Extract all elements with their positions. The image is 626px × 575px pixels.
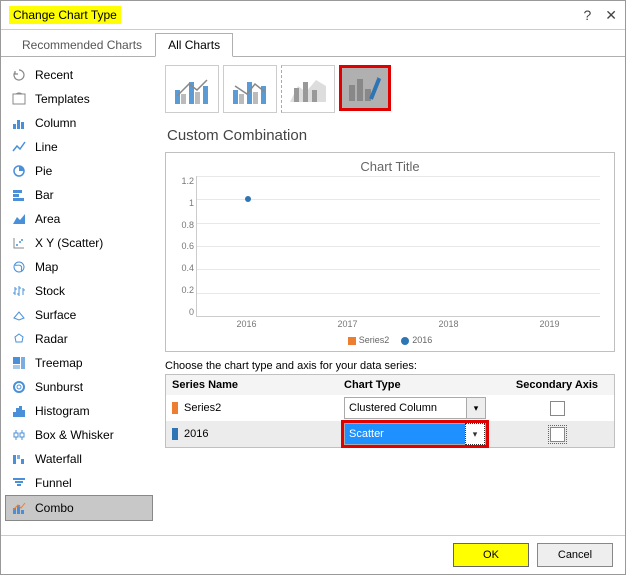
templates-icon bbox=[11, 91, 27, 107]
treemap-icon bbox=[11, 355, 27, 371]
sidebar-item-label: Radar bbox=[35, 332, 68, 346]
subtype-stacked-area-column[interactable] bbox=[281, 65, 335, 113]
sidebar-item-treemap[interactable]: Treemap bbox=[1, 351, 157, 375]
sidebar-item-label: Column bbox=[35, 116, 76, 130]
sidebar-item-stock[interactable]: Stock bbox=[1, 279, 157, 303]
chevron-down-icon: ▾ bbox=[465, 423, 485, 445]
cancel-button[interactable]: Cancel bbox=[537, 543, 613, 567]
sunburst-icon bbox=[11, 379, 27, 395]
sidebar-item-combo[interactable]: Combo bbox=[5, 495, 153, 521]
sidebar-item-bar[interactable]: Bar bbox=[1, 183, 157, 207]
sidebar-item-boxwhisker[interactable]: Box & Whisker bbox=[1, 423, 157, 447]
sidebar-item-label: Area bbox=[35, 212, 60, 226]
sidebar-item-line[interactable]: Line bbox=[1, 135, 157, 159]
sidebar-item-label: Map bbox=[35, 260, 58, 274]
sidebar-item-templates[interactable]: Templates bbox=[1, 87, 157, 111]
sidebar-item-label: Sunburst bbox=[35, 380, 83, 394]
sidebar-item-label: Templates bbox=[35, 92, 90, 106]
sidebar-item-label: Stock bbox=[35, 284, 65, 298]
series-name: 2016 bbox=[184, 428, 208, 440]
surface-icon bbox=[11, 307, 27, 323]
sidebar-item-label: X Y (Scatter) bbox=[35, 236, 103, 250]
header-series-name: Series Name bbox=[166, 375, 338, 395]
sidebar-item-radar[interactable]: Radar bbox=[1, 327, 157, 351]
histogram-icon bbox=[11, 403, 27, 419]
scatter-icon bbox=[11, 235, 27, 251]
sidebar-item-waterfall[interactable]: Waterfall bbox=[1, 447, 157, 471]
sidebar-item-label: Box & Whisker bbox=[35, 428, 114, 442]
subtype-custom-combination[interactable] bbox=[339, 65, 391, 111]
series-row: Series2 Clustered Column▾ bbox=[166, 395, 614, 421]
tab-recommended[interactable]: Recommended Charts bbox=[9, 33, 155, 57]
sidebar-item-label: Bar bbox=[35, 188, 54, 202]
window-title: Change Chart Type bbox=[9, 6, 121, 24]
ok-button[interactable]: OK bbox=[453, 543, 529, 567]
box-whisker-icon bbox=[11, 427, 27, 443]
map-icon bbox=[11, 259, 27, 275]
pie-icon bbox=[11, 163, 27, 179]
sidebar-item-sunburst[interactable]: Sunburst bbox=[1, 375, 157, 399]
titlebar: Change Chart Type ? ✕ bbox=[1, 1, 625, 30]
series-row: 2016 Scatter▾ bbox=[166, 421, 614, 447]
sidebar-item-map[interactable]: Map bbox=[1, 255, 157, 279]
sidebar-item-label: Waterfall bbox=[35, 452, 82, 466]
sidebar-item-scatter[interactable]: X Y (Scatter) bbox=[1, 231, 157, 255]
series-table-caption: Choose the chart type and axis for your … bbox=[165, 360, 615, 372]
funnel-icon bbox=[11, 475, 27, 491]
footer: OK Cancel bbox=[1, 535, 625, 574]
combo-icon bbox=[11, 500, 27, 516]
sidebar-item-label: Combo bbox=[35, 501, 74, 515]
sidebar-item-funnel[interactable]: Funnel bbox=[1, 471, 157, 495]
sidebar-item-label: Funnel bbox=[35, 476, 72, 490]
radar-icon bbox=[11, 331, 27, 347]
recent-icon bbox=[11, 67, 27, 83]
sidebar-item-area[interactable]: Area bbox=[1, 207, 157, 231]
sidebar-item-pie[interactable]: Pie bbox=[1, 159, 157, 183]
subtype-row bbox=[165, 65, 615, 113]
section-title: Custom Combination bbox=[167, 127, 615, 144]
column-icon bbox=[11, 115, 27, 131]
series-name: Series2 bbox=[184, 402, 221, 414]
chart-type-select[interactable]: Clustered Column▾ bbox=[344, 397, 486, 419]
main-panel: Custom Combination Chart Title 1.210.80.… bbox=[157, 57, 625, 538]
close-icon[interactable]: ✕ bbox=[605, 7, 617, 24]
data-point bbox=[245, 196, 251, 202]
sidebar-item-label: Recent bbox=[35, 68, 73, 82]
header-chart-type: Chart Type bbox=[338, 375, 500, 395]
bar-icon bbox=[11, 187, 27, 203]
chart-type-select[interactable]: Scatter▾ bbox=[344, 423, 486, 445]
series-table: Series Name Chart Type Secondary Axis Se… bbox=[165, 374, 615, 448]
tab-all-charts[interactable]: All Charts bbox=[155, 33, 233, 57]
y-axis: 1.210.80.60.40.20 bbox=[174, 176, 194, 317]
secondary-axis-checkbox[interactable] bbox=[550, 401, 565, 416]
sidebar-item-label: Histogram bbox=[35, 404, 90, 418]
chevron-down-icon: ▾ bbox=[466, 398, 485, 418]
chart-title: Chart Title bbox=[174, 159, 606, 174]
sidebar-item-label: Treemap bbox=[35, 356, 83, 370]
area-icon bbox=[11, 211, 27, 227]
x-axis: 2016201720182019 bbox=[196, 319, 600, 333]
subtype-clustered-column-line-secondary[interactable] bbox=[223, 65, 277, 113]
help-icon[interactable]: ? bbox=[583, 7, 591, 24]
sidebar-item-label: Line bbox=[35, 140, 58, 154]
sidebar-item-surface[interactable]: Surface bbox=[1, 303, 157, 327]
subtype-clustered-column-line[interactable] bbox=[165, 65, 219, 113]
chart-preview[interactable]: Chart Title 1.210.80.60.40.20 2016201720… bbox=[165, 152, 615, 352]
sidebar-item-column[interactable]: Column bbox=[1, 111, 157, 135]
sidebar: Recent Templates Column Line Pie Bar Are… bbox=[1, 57, 157, 538]
waterfall-icon bbox=[11, 451, 27, 467]
sidebar-item-recent[interactable]: Recent bbox=[1, 63, 157, 87]
sidebar-item-histogram[interactable]: Histogram bbox=[1, 399, 157, 423]
sidebar-item-label: Pie bbox=[35, 164, 52, 178]
sidebar-item-label: Surface bbox=[35, 308, 76, 322]
header-secondary-axis: Secondary Axis bbox=[500, 375, 614, 395]
tabs: Recommended Charts All Charts bbox=[1, 30, 625, 57]
secondary-axis-checkbox[interactable] bbox=[550, 427, 565, 442]
plot-area bbox=[196, 176, 600, 317]
line-icon bbox=[11, 139, 27, 155]
stock-icon bbox=[11, 283, 27, 299]
legend: Series2 2016 bbox=[174, 335, 606, 345]
